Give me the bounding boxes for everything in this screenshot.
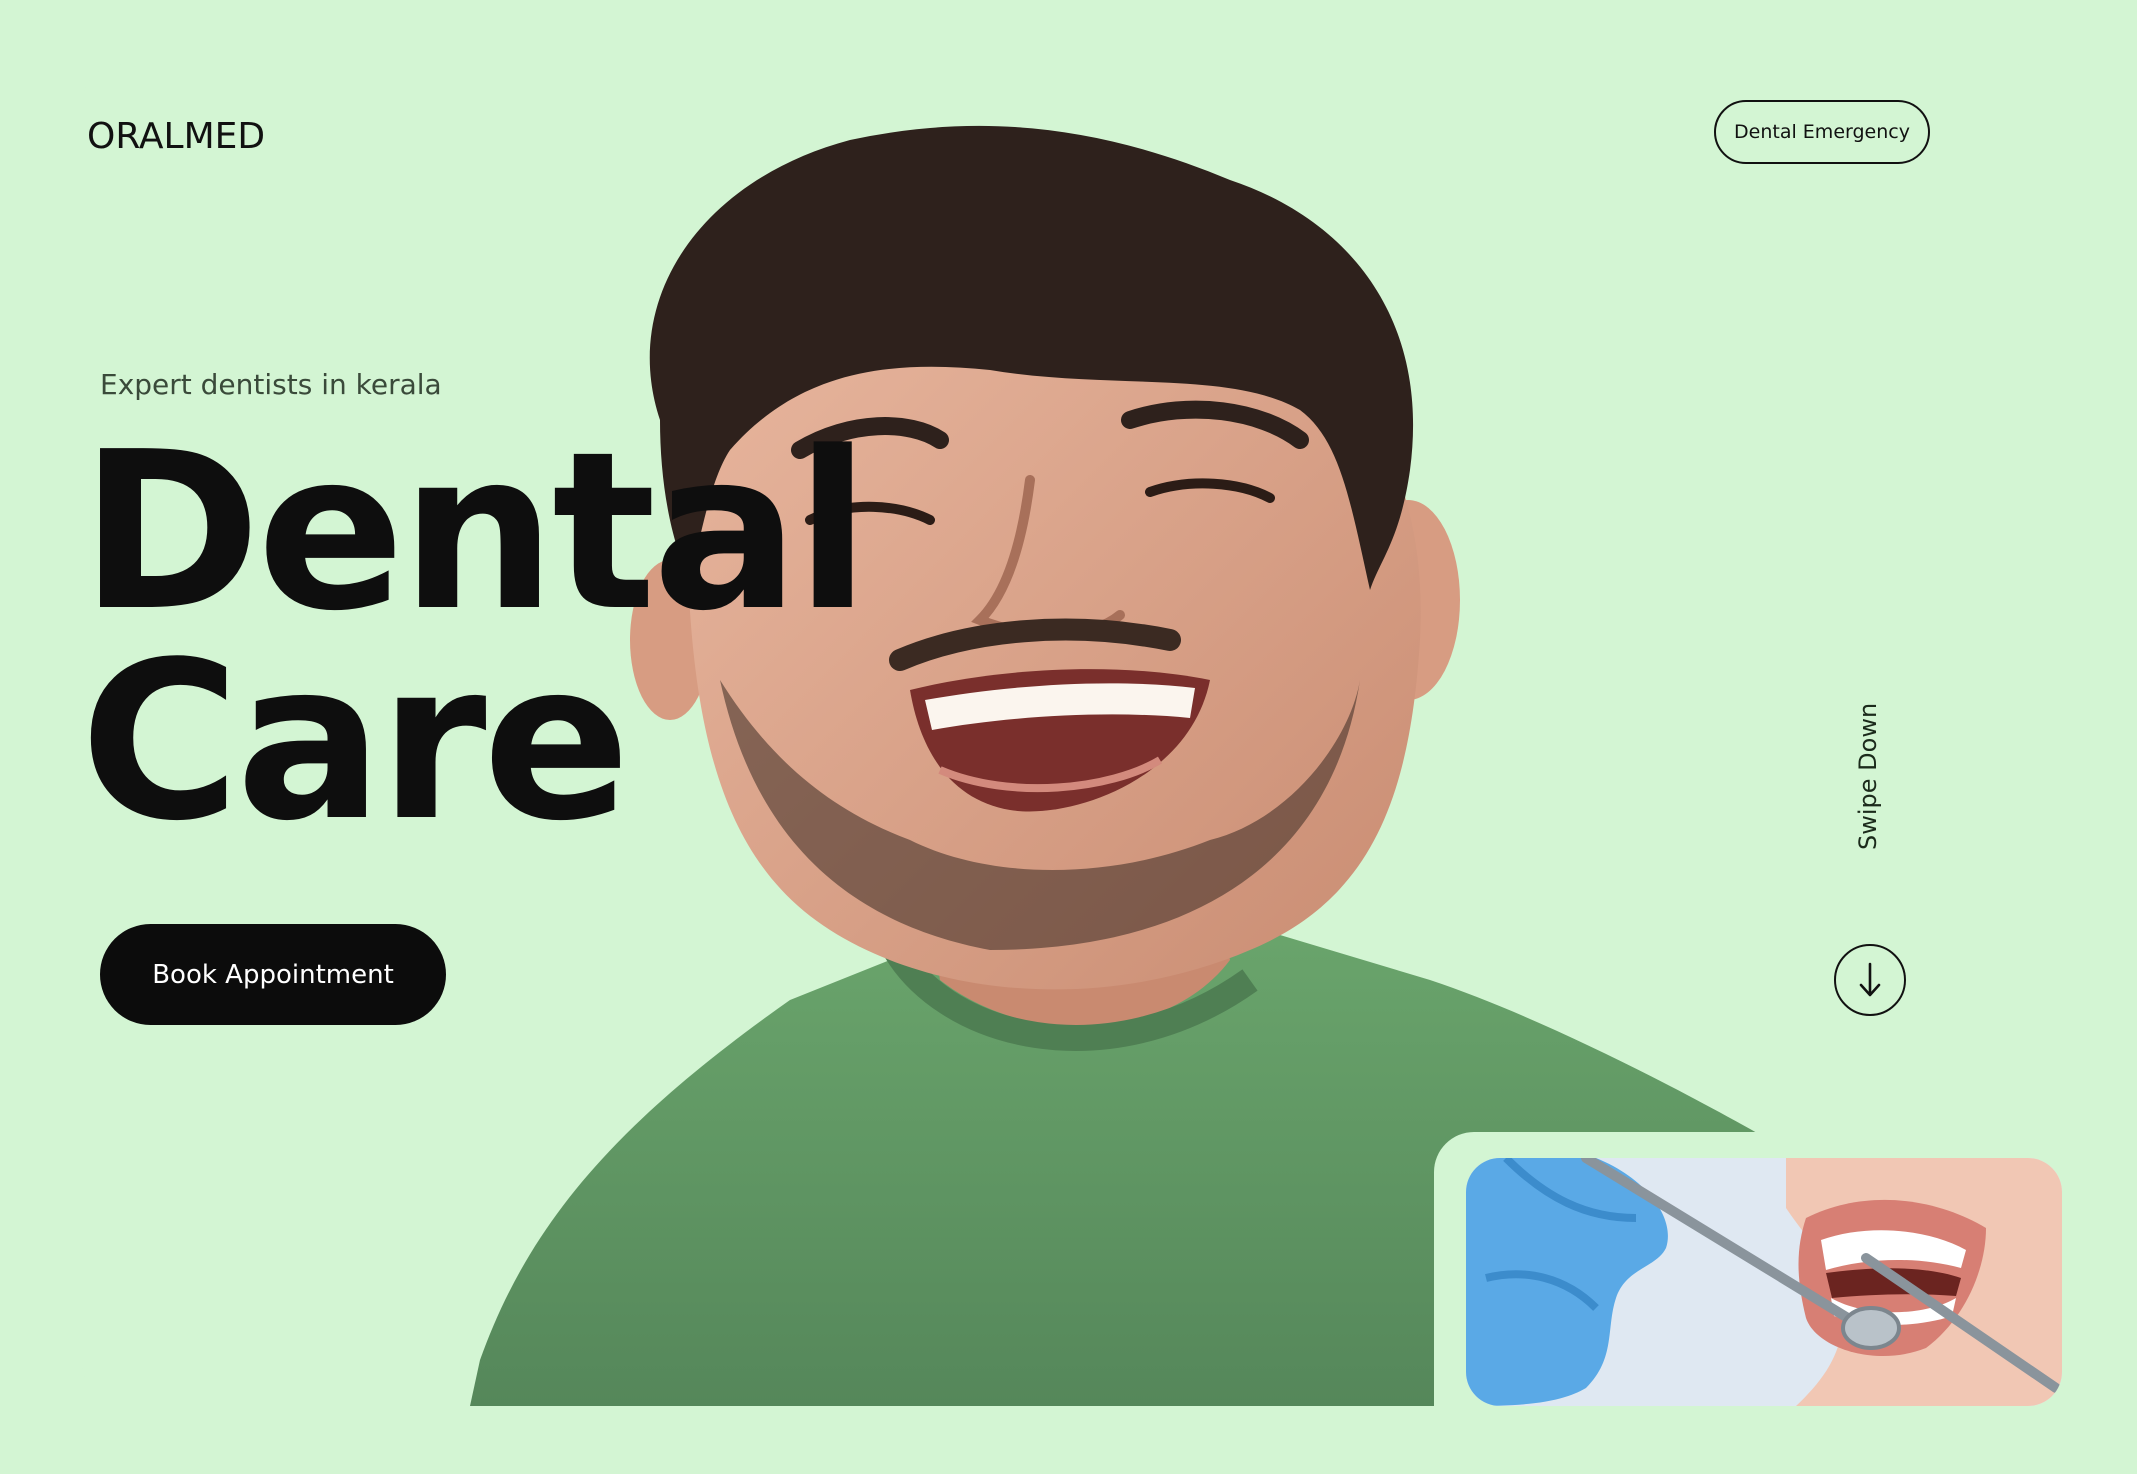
arrow-down-icon — [1859, 962, 1881, 997]
brand-logo[interactable]: ORALMED — [87, 116, 265, 157]
swipe-down-label: Swipe Down — [1854, 702, 1882, 850]
book-appointment-button[interactable]: Book Appointment — [100, 924, 446, 1025]
dental-checkup-photo[interactable] — [1466, 1158, 2062, 1406]
dental-emergency-button[interactable]: Dental Emergency — [1714, 100, 1930, 164]
hero-tagline: Expert dentists in kerala — [100, 368, 442, 401]
hero-headline: Dental Care — [80, 406, 870, 869]
swipe-down-button[interactable] — [1834, 944, 1906, 1016]
headline-line-2: Care — [80, 616, 630, 869]
dental-exam-illustration — [1466, 1158, 2062, 1406]
headline-line-1: Dental — [80, 406, 870, 659]
